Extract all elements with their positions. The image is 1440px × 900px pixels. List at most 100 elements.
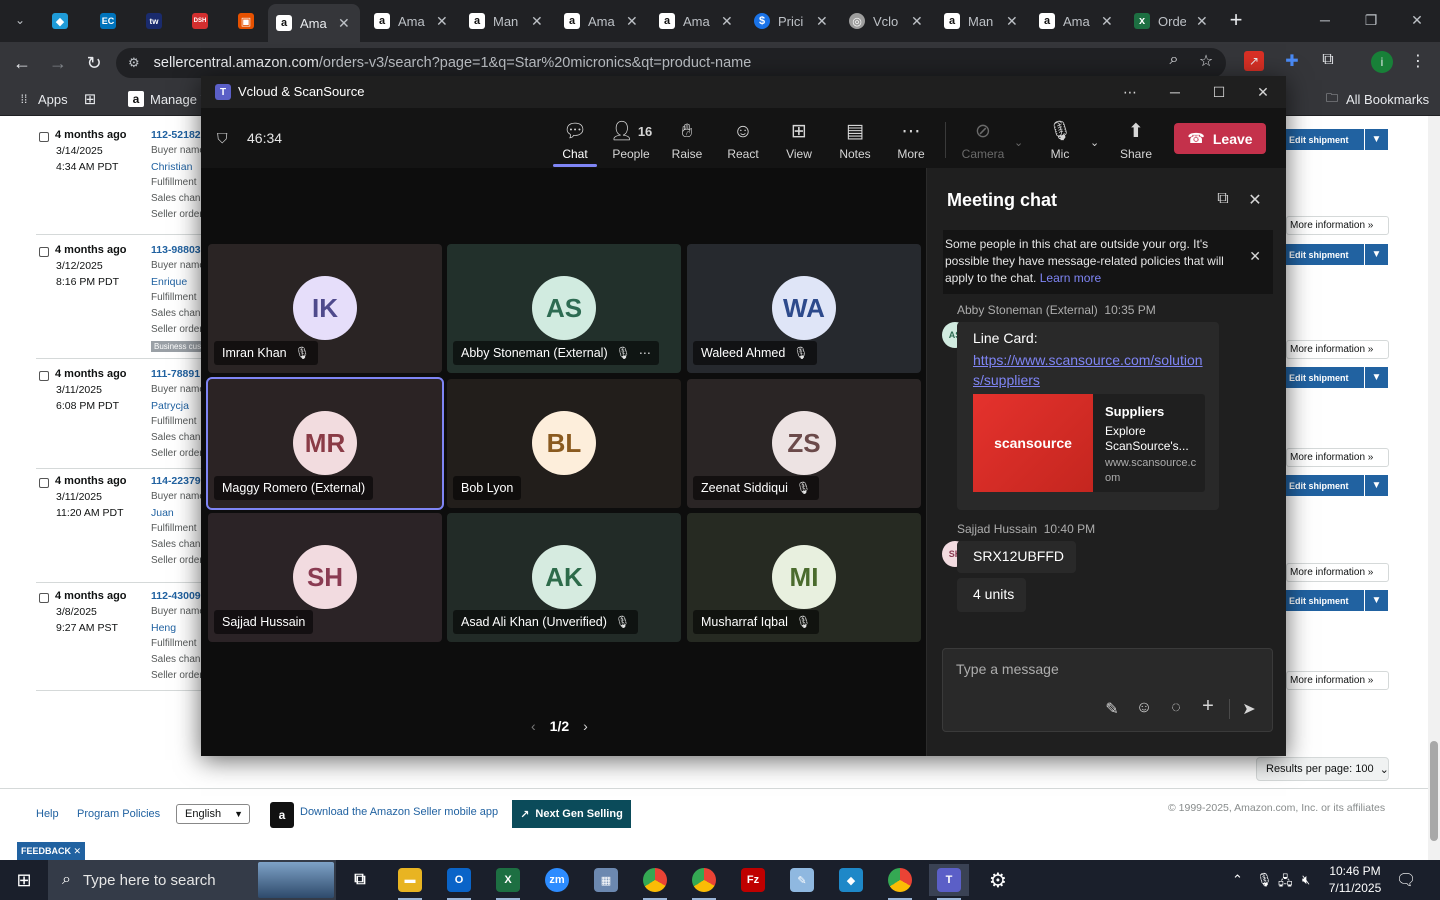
page-scrollbar[interactable] [1428,116,1440,860]
minimize-window-icon[interactable]: ─ [1310,8,1340,32]
restore-window-icon[interactable]: ❐ [1356,8,1386,32]
more-information-button[interactable]: More information » [1286,563,1389,582]
people-button[interactable]: 👤︎ 16 People [603,120,659,161]
camera-button[interactable]: ⊘ Camera [955,120,1011,161]
chrome-alt-icon[interactable] [880,864,920,900]
chevron-down-icon[interactable]: ▼ [1364,475,1388,496]
participant-tile[interactable]: ZS Zeenat Siddiqui 🎙︎ [687,379,921,508]
browser-tab[interactable]: a Man ✕ [461,7,551,35]
edit-shipment-button[interactable]: Edit shipment [1286,475,1364,496]
edit-shipment-button[interactable]: Edit shipment [1286,129,1364,150]
network-icon[interactable]: 🖧 [1278,872,1293,894]
participant-tile[interactable]: AK Asad Ali Khan (Unverified) 🎙︎ [447,513,681,642]
link-preview-card[interactable]: scansource Suppliers Explore ScanSource'… [973,394,1205,492]
participant-tile[interactable]: MI Musharraf Iqbal 🎙︎ [687,513,921,642]
mic-options-chevron-icon[interactable]: ⌄ [1090,136,1099,149]
language-select[interactable]: English ▼ [176,804,250,824]
browser-tab[interactable]: ◎ Vclo ✕ [841,7,931,35]
participant-tile-speaking[interactable]: MR Maggy Romero (External) [206,377,444,510]
close-icon[interactable]: ✕ [1245,190,1265,210]
share-button[interactable]: ⬆ Share [1108,120,1164,161]
browser-tab-active[interactable]: a Ama ✕ [268,4,360,42]
chevron-down-icon[interactable]: ▼ [1364,244,1388,265]
close-window-icon[interactable]: ✕ [1252,81,1274,103]
microphone-icon[interactable]: 🎙︎ [1256,872,1273,888]
tab-search-icon[interactable]: ⌄ [8,8,32,32]
chrome-menu-icon[interactable]: ⋮ [1406,51,1430,71]
participant-tile[interactable]: IK Imran Khan 🎙︎ [208,244,442,373]
participant-tile[interactable]: SH Sajjad Hussain [208,513,442,642]
close-tab-icon[interactable]: ✕ [1006,13,1018,30]
chevron-right-icon[interactable]: › [583,718,588,734]
buyer-name-link[interactable]: Patrycja [151,400,189,412]
feedback-button[interactable]: FEEDBACK ✕ [17,842,85,860]
add-attachment-icon[interactable]: + [1197,695,1219,718]
chat-button[interactable]: 💬︎ Chat [547,120,603,161]
app-diamond-icon[interactable]: ◆ [831,864,871,896]
edit-shipment-button[interactable]: Edit shipment [1286,590,1364,611]
browser-tab[interactable]: tw [138,7,182,35]
loop-icon[interactable]: ◌ [1165,699,1187,717]
leave-button[interactable]: ☎ Leave [1174,123,1266,154]
more-information-button[interactable]: More information » [1286,671,1389,690]
more-button[interactable]: ⋯ More [883,120,939,161]
message-input[interactable]: Type a message [956,661,1059,677]
buyer-name-link[interactable]: Christian [151,161,192,173]
browser-tab[interactable]: ◆ [44,7,88,35]
results-per-page-select[interactable]: Results per page: 100 ⌄ [1256,757,1389,781]
browser-tab[interactable]: a Ama ✕ [1031,7,1121,35]
buyer-name-link[interactable]: Enrique [151,276,187,288]
learn-more-link[interactable]: Learn more [1040,271,1101,285]
taskbar-clock[interactable]: 10:46 PM 7/11/2025 [1322,863,1388,897]
notifications-icon[interactable]: 🗨︎ [1396,870,1416,890]
address-bar[interactable]: ⚙ sellercentral.amazon.com/orders-v3/sea… [116,48,1226,78]
close-tab-icon[interactable]: ✕ [436,13,448,30]
forward-icon[interactable]: → [46,51,70,75]
close-tab-icon[interactable]: ✕ [816,13,828,30]
browser-tab[interactable]: a Ama ✕ [556,7,646,35]
chrome-profile-icon[interactable] [684,864,724,900]
order-number-link[interactable]: 111-78891 [151,368,200,380]
help-link[interactable]: Help [36,808,59,820]
order-checkbox[interactable] [39,247,49,257]
react-button[interactable]: ☺ React [715,120,771,161]
raise-hand-button[interactable]: ✋︎ Raise [659,120,715,161]
order-number-link[interactable]: 112-43009 [151,590,201,602]
volume-muted-icon[interactable]: 🔇︎ [1302,872,1310,888]
chevron-down-icon[interactable]: ▼ [1364,367,1388,388]
close-tab-icon[interactable]: ✕ [338,15,350,32]
browser-tab[interactable]: $ Prici ✕ [746,7,836,35]
teams-icon[interactable]: T [929,864,969,900]
chevron-left-icon[interactable]: ‹ [531,718,536,734]
close-tab-icon[interactable]: ✕ [721,13,733,30]
maximize-window-icon[interactable]: ☐ [1208,81,1230,103]
close-icon[interactable]: ✕ [1249,248,1261,265]
more-options-icon[interactable]: ⋯ [1119,81,1141,103]
participant-tile[interactable]: WA Waleed Ahmed 🎙︎ [687,244,921,373]
windows-start-icon[interactable]: ⊞ [0,860,48,900]
chrome-icon[interactable] [635,864,675,900]
order-number-link[interactable]: 113-98803 [151,244,201,256]
zoom-icon[interactable]: zm [537,864,577,896]
order-checkbox[interactable] [39,593,49,603]
message-link[interactable]: https://www.scansource.com/solutions/sup… [973,350,1209,390]
buyer-name-link[interactable]: Heng [151,622,176,634]
app-download-link[interactable]: Download the Amazon Seller mobile app [300,806,498,818]
reload-icon[interactable]: ↻ [82,51,106,75]
send-icon[interactable]: ➤ [1238,699,1260,719]
filezilla-icon[interactable]: Fz [733,864,773,896]
close-tab-icon[interactable]: ✕ [1196,13,1208,30]
notes-app-icon[interactable]: ✎ [782,864,822,896]
edit-shipment-button[interactable]: Edit shipment [1286,367,1364,388]
file-explorer-icon[interactable]: ▬ [390,864,430,900]
outlook-icon[interactable]: O [439,864,479,900]
browser-tab[interactable]: a Man ✕ [936,7,1026,35]
pop-out-icon[interactable]: ⧉ [1213,190,1233,208]
browser-tab[interactable]: a Ama ✕ [366,7,456,35]
emoji-icon[interactable]: ☺ [1133,699,1155,717]
program-policies-link[interactable]: Program Policies [77,808,160,820]
format-pen-icon[interactable]: ✎ [1101,699,1123,719]
browser-tab[interactable]: a Ama ✕ [651,7,741,35]
new-tab-button[interactable]: + [1224,7,1248,32]
close-tab-icon[interactable]: ✕ [531,13,543,30]
